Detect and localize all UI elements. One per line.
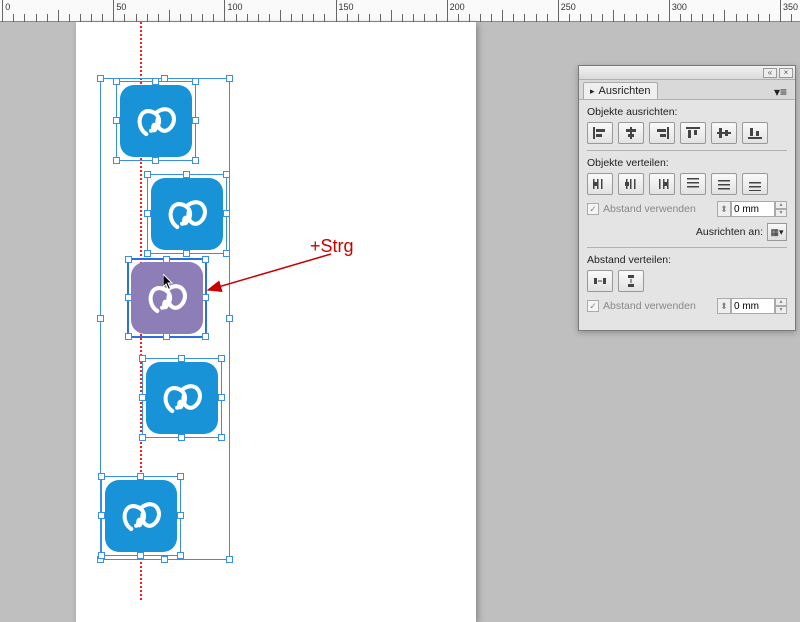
distribute-buttons-row [587, 173, 787, 195]
tab-label: Ausrichten [599, 85, 651, 97]
panel-menu-icon[interactable]: ▾≡ [770, 85, 791, 99]
distribute-left-button[interactable] [587, 173, 613, 195]
use-spacing-row-2: ✓ Abstand verwenden ⬍ ▴▾ [587, 298, 787, 314]
use-spacing-label-2: Abstand verwenden [603, 300, 696, 312]
align-to-dropdown[interactable]: ▦▾ [767, 223, 787, 241]
link-icon-2[interactable]: ⬍ [717, 298, 731, 314]
distribute-vspace-button[interactable] [618, 270, 644, 292]
tab-align[interactable]: ▸ Ausrichten [583, 82, 658, 99]
align-vcenter-button[interactable] [711, 122, 737, 144]
spacing-up[interactable]: ▴ [775, 201, 787, 209]
distribute-hspace-button[interactable] [587, 270, 613, 292]
butterfly-icon[interactable] [105, 480, 177, 552]
horizontal-ruler: 050100150200250300350 [0, 0, 800, 22]
align-hcenter-button[interactable] [618, 122, 644, 144]
label-distribute-objects: Objekte verteilen: [587, 157, 787, 169]
spacing-input-2[interactable] [731, 298, 775, 314]
use-spacing-row: ✓ Abstand verwenden ⬍ ▴▾ [587, 201, 787, 217]
align-buttons-row [587, 122, 787, 144]
label-distribute-spacing: Abstand verteilen: [587, 254, 787, 266]
use-spacing-checkbox-2[interactable]: ✓ [587, 300, 599, 312]
cursor-arrow-icon [163, 274, 174, 290]
butterfly-icon[interactable] [120, 85, 192, 157]
spacing-up-2[interactable]: ▴ [775, 298, 787, 306]
align-right-button[interactable] [649, 122, 675, 144]
link-icon[interactable]: ⬍ [717, 201, 731, 217]
spacing-down[interactable]: ▾ [775, 209, 787, 217]
spacing-input[interactable] [731, 201, 775, 217]
distribute-top-button[interactable] [680, 173, 706, 195]
align-to-label: Ausrichten an: [696, 226, 763, 238]
align-bottom-button[interactable] [742, 122, 768, 144]
distribute-vcenter-button[interactable] [711, 173, 737, 195]
butterfly-icon[interactable] [151, 178, 223, 250]
align-panel[interactable]: « × ▸ Ausrichten ▾≡ Objekte ausrichten: … [578, 65, 796, 331]
panel-tabs: ▸ Ausrichten ▾≡ [579, 80, 795, 100]
distribute-bottom-button[interactable] [742, 173, 768, 195]
butterfly-icon[interactable] [131, 262, 203, 334]
panel-title-bar[interactable]: « × [579, 66, 795, 80]
align-top-button[interactable] [680, 122, 706, 144]
panel-close-icon[interactable]: × [779, 68, 793, 78]
annotation-label: +Strg [310, 236, 354, 257]
label-align-objects: Objekte ausrichten: [587, 106, 787, 118]
panel-collapse-icon[interactable]: « [763, 68, 777, 78]
spacing-down-2[interactable]: ▾ [775, 306, 787, 314]
distribute-hcenter-button[interactable] [618, 173, 644, 195]
tab-arrows-icon: ▸ [590, 86, 595, 97]
butterfly-icon[interactable] [146, 362, 218, 434]
distribute-right-button[interactable] [649, 173, 675, 195]
align-left-button[interactable] [587, 122, 613, 144]
use-spacing-label: Abstand verwenden [603, 203, 696, 215]
use-spacing-checkbox[interactable]: ✓ [587, 203, 599, 215]
